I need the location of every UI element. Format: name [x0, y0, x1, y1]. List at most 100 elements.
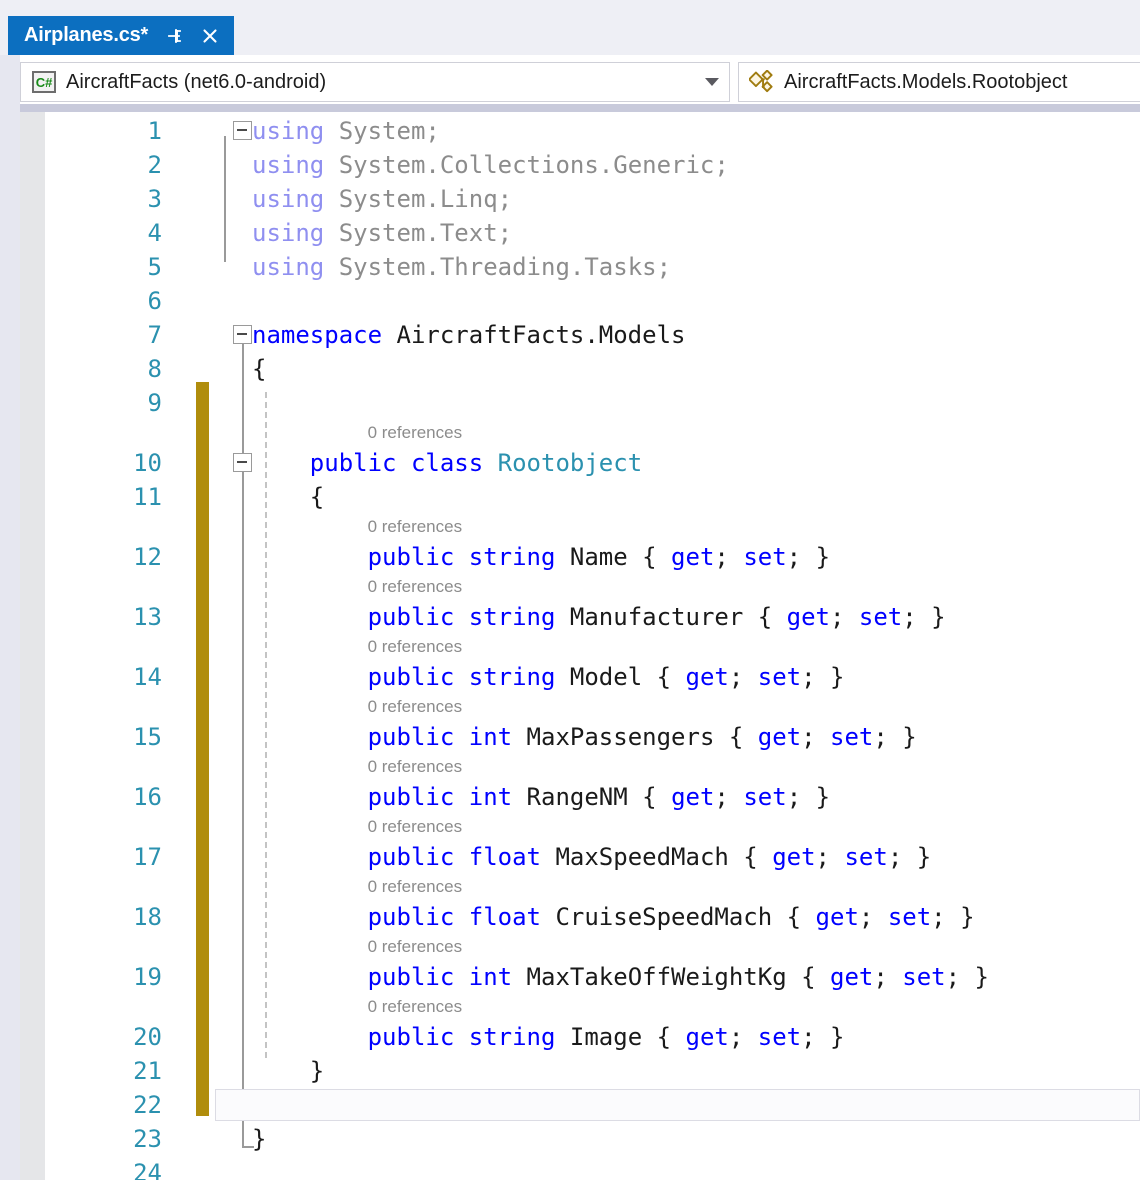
- code-line[interactable]: 20 public string Image { get; set; }: [20, 1020, 1140, 1054]
- code-token: ; }: [887, 843, 932, 871]
- code-line[interactable]: 23}: [20, 1122, 1140, 1156]
- code-token: public: [367, 603, 455, 631]
- code-token: ; }: [945, 963, 989, 991]
- member-context-label: AircraftFacts.Models.Rootobject: [784, 70, 1068, 93]
- codelens-references[interactable]: 0 references: [368, 754, 463, 780]
- code-line[interactable]: 6: [20, 284, 1140, 318]
- code-token: string: [468, 543, 556, 571]
- close-icon[interactable]: [200, 26, 220, 46]
- codelens-references[interactable]: 0 references: [368, 934, 463, 960]
- chevron-down-icon[interactable]: [705, 78, 719, 86]
- code-line[interactable]: 3 using System.Linq;: [20, 182, 1140, 216]
- outlining-rule-namespace-foot: [242, 1146, 254, 1148]
- code-token: using: [252, 219, 325, 247]
- line-number: 1: [147, 117, 162, 145]
- code-line[interactable]: 16 public int RangeNM { get; set; }: [20, 780, 1140, 814]
- line-number: 8: [147, 355, 162, 383]
- code-token: get: [830, 963, 874, 991]
- code-token: {: [252, 355, 267, 383]
- code-editor[interactable]: 1 using System; 2 using System.Collections.…: [20, 112, 1140, 1180]
- code-token: set: [757, 1023, 802, 1051]
- indent-guide-class-body: [265, 392, 267, 1058]
- code-line-text: public int MaxPassengers { get; set; }: [252, 720, 917, 754]
- svg-text:C#: C#: [36, 75, 53, 90]
- code-token: ;: [873, 963, 903, 991]
- code-token: }: [252, 1057, 325, 1085]
- code-line[interactable]: 15 public int MaxPassengers { get; set; …: [20, 720, 1140, 754]
- code-token: public: [367, 663, 455, 691]
- code-line[interactable]: 8{: [20, 352, 1140, 386]
- code-line-text: using System;: [252, 114, 440, 148]
- collapse-toggle-usings[interactable]: [233, 121, 252, 140]
- code-token: System: [338, 117, 426, 145]
- code-line[interactable]: 17 public float MaxSpeedMach { get; set;…: [20, 840, 1140, 874]
- codelens-references[interactable]: 0 references: [368, 574, 463, 600]
- codelens-references[interactable]: 0 references: [368, 994, 463, 1020]
- code-token: set: [830, 723, 874, 751]
- line-number: 2: [147, 151, 162, 179]
- code-token: System.Threading.Tasks: [338, 253, 657, 281]
- codelens-references[interactable]: 0 references: [368, 694, 463, 720]
- code-token: public: [367, 1023, 455, 1051]
- code-text-surface[interactable]: 1 using System; 2 using System.Collections.…: [20, 112, 1140, 1180]
- document-tab-label: Airplanes.cs*: [24, 24, 149, 46]
- code-line[interactable]: 24: [20, 1156, 1140, 1180]
- code-token: class: [410, 449, 484, 477]
- code-token: Image {: [555, 1023, 686, 1051]
- code-token: ; }: [786, 783, 831, 811]
- pin-icon[interactable]: [164, 26, 184, 46]
- code-token: set: [844, 843, 888, 871]
- code-line[interactable]: 10 public class Rootobject: [20, 446, 1140, 480]
- member-context-dropdown[interactable]: AircraftFacts.Models.Rootobject: [738, 62, 1140, 102]
- code-token: public: [309, 449, 397, 477]
- line-number: 5: [147, 253, 162, 281]
- code-line[interactable]: 2 using System.Collections.Generic;: [20, 148, 1140, 182]
- code-token: string: [468, 1023, 556, 1051]
- code-token: ;: [728, 1023, 758, 1051]
- code-token: get: [757, 723, 802, 751]
- collapse-toggle-class[interactable]: [233, 453, 252, 472]
- code-line[interactable]: 4 using System.Text;: [20, 216, 1140, 250]
- codelens-references[interactable]: 0 references: [368, 874, 463, 900]
- code-token: using: [252, 185, 325, 213]
- code-token: ;: [728, 663, 758, 691]
- code-line[interactable]: 18 public float CruiseSpeedMach { get; s…: [20, 900, 1140, 934]
- code-token: ;: [815, 843, 845, 871]
- codelens-references[interactable]: 0 references: [368, 634, 463, 660]
- document-tab-airplanes-cs[interactable]: Airplanes.cs*: [8, 16, 235, 55]
- code-token: }: [252, 1125, 267, 1153]
- code-line[interactable]: 11 {: [20, 480, 1140, 514]
- code-line[interactable]: 13 public string Manufacturer { get; set…: [20, 600, 1140, 634]
- code-token: ;: [830, 603, 859, 631]
- code-token: AircraftFacts.Models: [382, 321, 686, 349]
- project-context-dropdown[interactable]: C# AircraftFacts (net6.0-android): [20, 62, 730, 102]
- code-line-text: public float MaxSpeedMach { get; set; }: [252, 840, 932, 874]
- code-token: get: [772, 843, 816, 871]
- code-token: ; }: [873, 723, 917, 751]
- collapse-toggle-namespace[interactable]: [233, 325, 252, 344]
- code-token: string: [468, 663, 556, 691]
- code-line-text: public class Rootobject: [252, 446, 642, 480]
- code-line[interactable]: 19 public int MaxTakeOffWeightKg { get; …: [20, 960, 1140, 994]
- code-line[interactable]: 9: [20, 386, 1140, 420]
- code-line[interactable]: 21 }: [20, 1054, 1140, 1088]
- code-line-text: using System.Linq;: [252, 182, 512, 216]
- code-line-text: }: [252, 1054, 324, 1088]
- code-line[interactable]: 7 namespace AircraftFacts.Models: [20, 318, 1140, 352]
- code-line[interactable]: 12 public string Name { get; set; }: [20, 540, 1140, 574]
- codelens-references[interactable]: 0 references: [368, 514, 463, 540]
- code-line-text: using System.Threading.Tasks;: [252, 250, 671, 284]
- line-number: 18: [133, 903, 162, 931]
- code-token: namespace: [252, 321, 383, 349]
- code-line[interactable]: 1 using System;: [20, 114, 1140, 148]
- code-line[interactable]: 5 using System.Threading.Tasks;: [20, 250, 1140, 284]
- codelens-references[interactable]: 0 references: [368, 420, 463, 446]
- codelens-references[interactable]: 0 references: [368, 814, 463, 840]
- code-line[interactable]: 14 public string Model { get; set; }: [20, 660, 1140, 694]
